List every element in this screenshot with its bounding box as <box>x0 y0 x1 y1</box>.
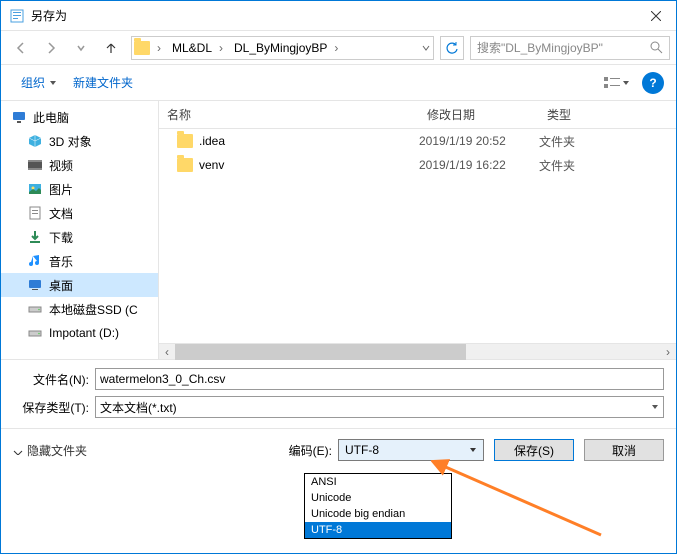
image-icon <box>27 181 43 197</box>
sidebar-item[interactable]: 本地磁盘SSD (C <box>1 297 158 321</box>
col-modified[interactable]: 修改日期 <box>419 106 539 123</box>
titlebar: 另存为 <box>1 1 676 31</box>
breadcrumb-seg[interactable]: ML&DL <box>166 37 214 59</box>
bottom-bar: 隐藏文件夹 编码(E): UTF-8 保存(S) 取消 <box>1 428 676 473</box>
sidebar-item[interactable]: 此电脑 <box>1 105 158 129</box>
breadcrumb[interactable]: › ML&DL › DL_ByMingjoyBP › <box>131 36 434 60</box>
save-as-dialog: 另存为 › ML&DL › DL_ByMingjoyBP › 搜索"DL_ByM… <box>0 0 677 554</box>
pc-icon <box>11 109 27 125</box>
hide-folders-toggle[interactable]: 隐藏文件夹 <box>13 442 87 459</box>
nav-bar: › ML&DL › DL_ByMingjoyBP › 搜索"DL_ByMingj… <box>1 31 676 65</box>
col-name[interactable]: 名称 <box>159 106 419 123</box>
filename-input[interactable] <box>95 368 664 390</box>
chevron-down-icon <box>13 445 23 455</box>
file-list: 名称 修改日期 类型 .idea2019/1/19 20:52文件夹venv20… <box>159 101 676 359</box>
encoding-select[interactable]: UTF-8 <box>338 439 484 461</box>
body: 此电脑3D 对象视频图片文档下载音乐桌面本地磁盘SSD (CImpotant (… <box>1 101 676 359</box>
h-scrollbar[interactable]: ‹ › <box>159 343 676 359</box>
encoding-option[interactable]: Unicode <box>305 490 451 506</box>
app-icon <box>9 8 25 24</box>
scroll-left-icon[interactable]: ‹ <box>159 345 175 359</box>
up-button[interactable] <box>97 35 125 61</box>
encoding-option[interactable]: ANSI <box>305 474 451 490</box>
sidebar-item[interactable]: 视频 <box>1 153 158 177</box>
search-placeholder: 搜索"DL_ByMingjoyBP" <box>477 39 603 56</box>
encoding-label: 编码(E): <box>289 442 332 459</box>
doc-icon <box>27 205 43 221</box>
drive-icon <box>27 325 43 341</box>
encoding-option[interactable]: Unicode big endian <box>305 506 451 522</box>
search-icon <box>650 41 663 54</box>
fields: 文件名(N): 保存类型(T): 文本文档(*.txt) <box>1 359 676 428</box>
view-button[interactable] <box>602 71 630 95</box>
dropdown-icon[interactable] <box>419 43 433 53</box>
sidebar-item[interactable]: 下载 <box>1 225 158 249</box>
sidebar: 此电脑3D 对象视频图片文档下载音乐桌面本地磁盘SSD (CImpotant (… <box>1 101 159 359</box>
filetype-label: 保存类型(T): <box>13 399 95 416</box>
folder-icon <box>177 134 193 148</box>
organize-menu[interactable]: 组织 <box>13 70 65 95</box>
filetype-select[interactable]: 文本文档(*.txt) <box>95 396 664 418</box>
recent-button[interactable] <box>67 35 95 61</box>
sidebar-item[interactable]: 3D 对象 <box>1 129 158 153</box>
download-icon <box>27 229 43 245</box>
desktop-icon <box>27 277 43 293</box>
new-folder-button[interactable]: 新建文件夹 <box>65 70 141 95</box>
encoding-dropdown: ANSIUnicodeUnicode big endianUTF-8 <box>304 473 452 539</box>
scroll-right-icon[interactable]: › <box>660 345 676 359</box>
window-title: 另存为 <box>31 7 636 24</box>
encoding-option[interactable]: UTF-8 <box>305 522 451 538</box>
sidebar-item[interactable]: Impotant (D:) <box>1 321 158 345</box>
search-input[interactable]: 搜索"DL_ByMingjoyBP" <box>470 36 670 60</box>
toolbar: 组织 新建文件夹 ? <box>1 65 676 101</box>
sidebar-item[interactable]: 桌面 <box>1 273 158 297</box>
breadcrumb-seg[interactable]: DL_ByMingjoyBP <box>228 37 329 59</box>
music-icon <box>27 253 43 269</box>
folder-icon <box>177 158 193 172</box>
refresh-button[interactable] <box>440 36 464 60</box>
save-button[interactable]: 保存(S) <box>494 439 574 461</box>
cancel-button[interactable]: 取消 <box>584 439 664 461</box>
help-button[interactable]: ? <box>642 72 664 94</box>
chevron-right-icon[interactable]: › <box>214 41 228 55</box>
back-button[interactable] <box>7 35 35 61</box>
file-row[interactable]: venv2019/1/19 16:22文件夹 <box>159 153 676 177</box>
drive-icon <box>27 301 43 317</box>
sidebar-item[interactable]: 音乐 <box>1 249 158 273</box>
chevron-right-icon[interactable]: › <box>152 41 166 55</box>
filename-label: 文件名(N): <box>13 371 95 388</box>
video-icon <box>27 157 43 173</box>
folder-icon <box>132 41 152 55</box>
forward-button[interactable] <box>37 35 65 61</box>
col-type[interactable]: 类型 <box>539 106 619 123</box>
column-headers: 名称 修改日期 类型 <box>159 101 676 129</box>
sidebar-item[interactable]: 图片 <box>1 177 158 201</box>
chevron-right-icon[interactable]: › <box>329 41 343 55</box>
close-button[interactable] <box>636 1 676 31</box>
sidebar-item[interactable]: 文档 <box>1 201 158 225</box>
3d-icon <box>27 133 43 149</box>
file-row[interactable]: .idea2019/1/19 20:52文件夹 <box>159 129 676 153</box>
